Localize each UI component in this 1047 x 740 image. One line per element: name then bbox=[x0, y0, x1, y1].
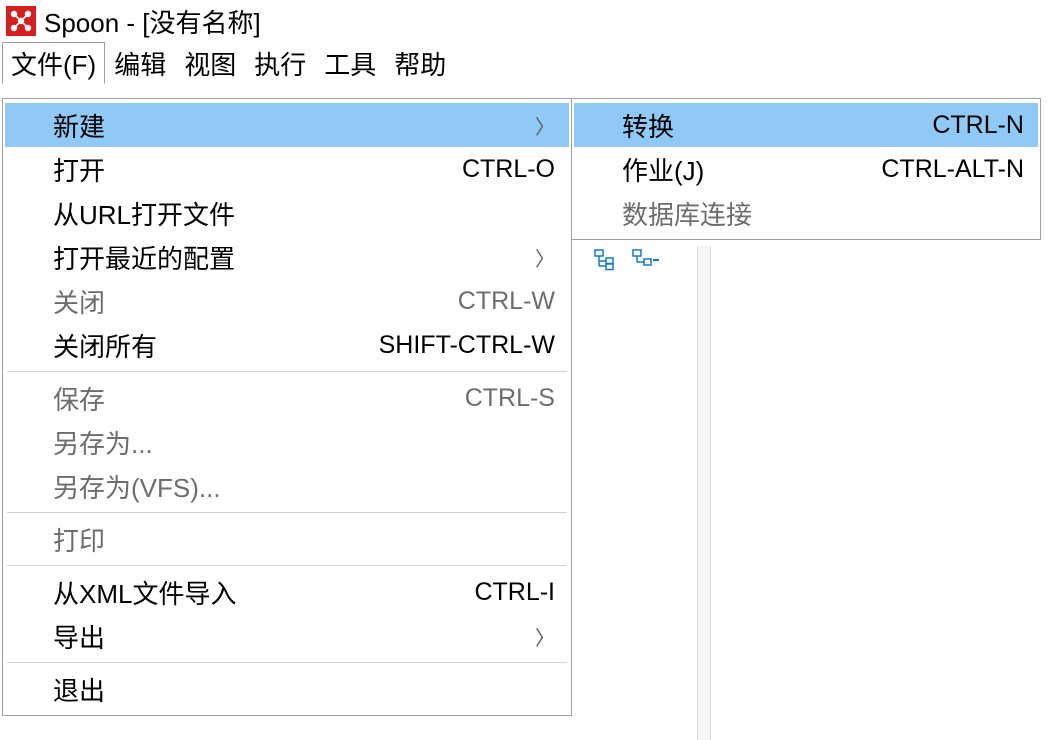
panel-splitter[interactable] bbox=[697, 246, 711, 740]
menu-new-transformation[interactable]: 转换 CTRL-N bbox=[574, 103, 1038, 147]
menu-open-url[interactable]: 从URL打开文件 bbox=[5, 191, 569, 235]
menu-close-all-shortcut: SHIFT-CTRL-W bbox=[379, 331, 555, 360]
new-submenu: 转换 CTRL-N 作业(J) CTRL-ALT-N 数据库连接 bbox=[571, 98, 1041, 240]
menu-new-transformation-label: 转换 bbox=[622, 107, 920, 144]
menu-save-as-label: 另存为... bbox=[53, 424, 555, 461]
menu-separator bbox=[7, 512, 567, 513]
menu-new-job-label: 作业(J) bbox=[622, 151, 869, 188]
menu-save-as-vfs-label: 另存为(VFS)... bbox=[53, 468, 555, 505]
menu-exit-label: 退出 bbox=[53, 671, 555, 708]
menu-export-label: 导出 bbox=[53, 618, 523, 655]
menu-open[interactable]: 打开 CTRL-O bbox=[5, 147, 569, 191]
window-title: Spoon - [没有名称] bbox=[44, 3, 261, 40]
submenu-arrow-icon: 〉 bbox=[535, 622, 555, 651]
menu-print: 打印 bbox=[5, 517, 569, 561]
menu-exit[interactable]: 退出 bbox=[5, 667, 569, 711]
menu-help[interactable]: 帮助 bbox=[385, 42, 455, 84]
menu-import-xml-label: 从XML文件导入 bbox=[53, 574, 462, 611]
menu-save-label: 保存 bbox=[53, 380, 453, 417]
menu-new-job-shortcut: CTRL-ALT-N bbox=[881, 155, 1024, 184]
menu-close: 关闭 CTRL-W bbox=[5, 279, 569, 323]
menu-open-shortcut: CTRL-O bbox=[462, 155, 555, 184]
menu-save-as-vfs: 另存为(VFS)... bbox=[5, 464, 569, 508]
menu-new-job[interactable]: 作业(J) CTRL-ALT-N bbox=[574, 147, 1038, 191]
menu-bar: 文件(F) 编辑 视图 执行 工具 帮助 bbox=[0, 42, 1047, 84]
menu-new-db-connection-label: 数据库连接 bbox=[622, 195, 1024, 232]
menu-separator bbox=[7, 662, 567, 663]
menu-save-as: 另存为... bbox=[5, 420, 569, 464]
menu-new-transformation-shortcut: CTRL-N bbox=[932, 111, 1024, 140]
menu-close-all-label: 关闭所有 bbox=[53, 327, 367, 364]
menu-file[interactable]: 文件(F) bbox=[2, 42, 105, 84]
menu-new[interactable]: 新建 〉 bbox=[5, 103, 569, 147]
menu-import-xml-shortcut: CTRL-I bbox=[474, 578, 555, 607]
menu-open-recent[interactable]: 打开最近的配置 〉 bbox=[5, 235, 569, 279]
menu-separator bbox=[7, 565, 567, 566]
menu-close-label: 关闭 bbox=[53, 283, 446, 320]
menu-new-label: 新建 bbox=[53, 107, 523, 144]
menu-tools[interactable]: 工具 bbox=[315, 42, 385, 84]
menu-save: 保存 CTRL-S bbox=[5, 376, 569, 420]
menu-edit[interactable]: 编辑 bbox=[105, 42, 175, 84]
submenu-arrow-icon: 〉 bbox=[535, 243, 555, 272]
submenu-arrow-icon: 〉 bbox=[535, 111, 555, 140]
tree-expand-icon[interactable] bbox=[594, 248, 622, 272]
toolbar-fragment bbox=[594, 248, 660, 272]
app-icon bbox=[6, 6, 36, 36]
menu-open-recent-label: 打开最近的配置 bbox=[53, 239, 523, 276]
menu-open-url-label: 从URL打开文件 bbox=[53, 195, 555, 232]
menu-separator bbox=[7, 371, 567, 372]
menu-import-xml[interactable]: 从XML文件导入 CTRL-I bbox=[5, 570, 569, 614]
menu-view[interactable]: 视图 bbox=[175, 42, 245, 84]
menu-print-label: 打印 bbox=[53, 521, 555, 558]
menu-new-db-connection: 数据库连接 bbox=[574, 191, 1038, 235]
file-dropdown: 新建 〉 打开 CTRL-O 从URL打开文件 打开最近的配置 〉 关闭 CTR… bbox=[2, 98, 572, 716]
title-bar: Spoon - [没有名称] bbox=[0, 0, 1047, 42]
menu-open-label: 打开 bbox=[53, 151, 450, 188]
menu-save-shortcut: CTRL-S bbox=[465, 384, 555, 413]
menu-close-all[interactable]: 关闭所有 SHIFT-CTRL-W bbox=[5, 323, 569, 367]
menu-run[interactable]: 执行 bbox=[245, 42, 315, 84]
menu-export[interactable]: 导出 〉 bbox=[5, 614, 569, 658]
menu-close-shortcut: CTRL-W bbox=[458, 287, 555, 316]
tree-collapse-icon[interactable] bbox=[632, 248, 660, 272]
